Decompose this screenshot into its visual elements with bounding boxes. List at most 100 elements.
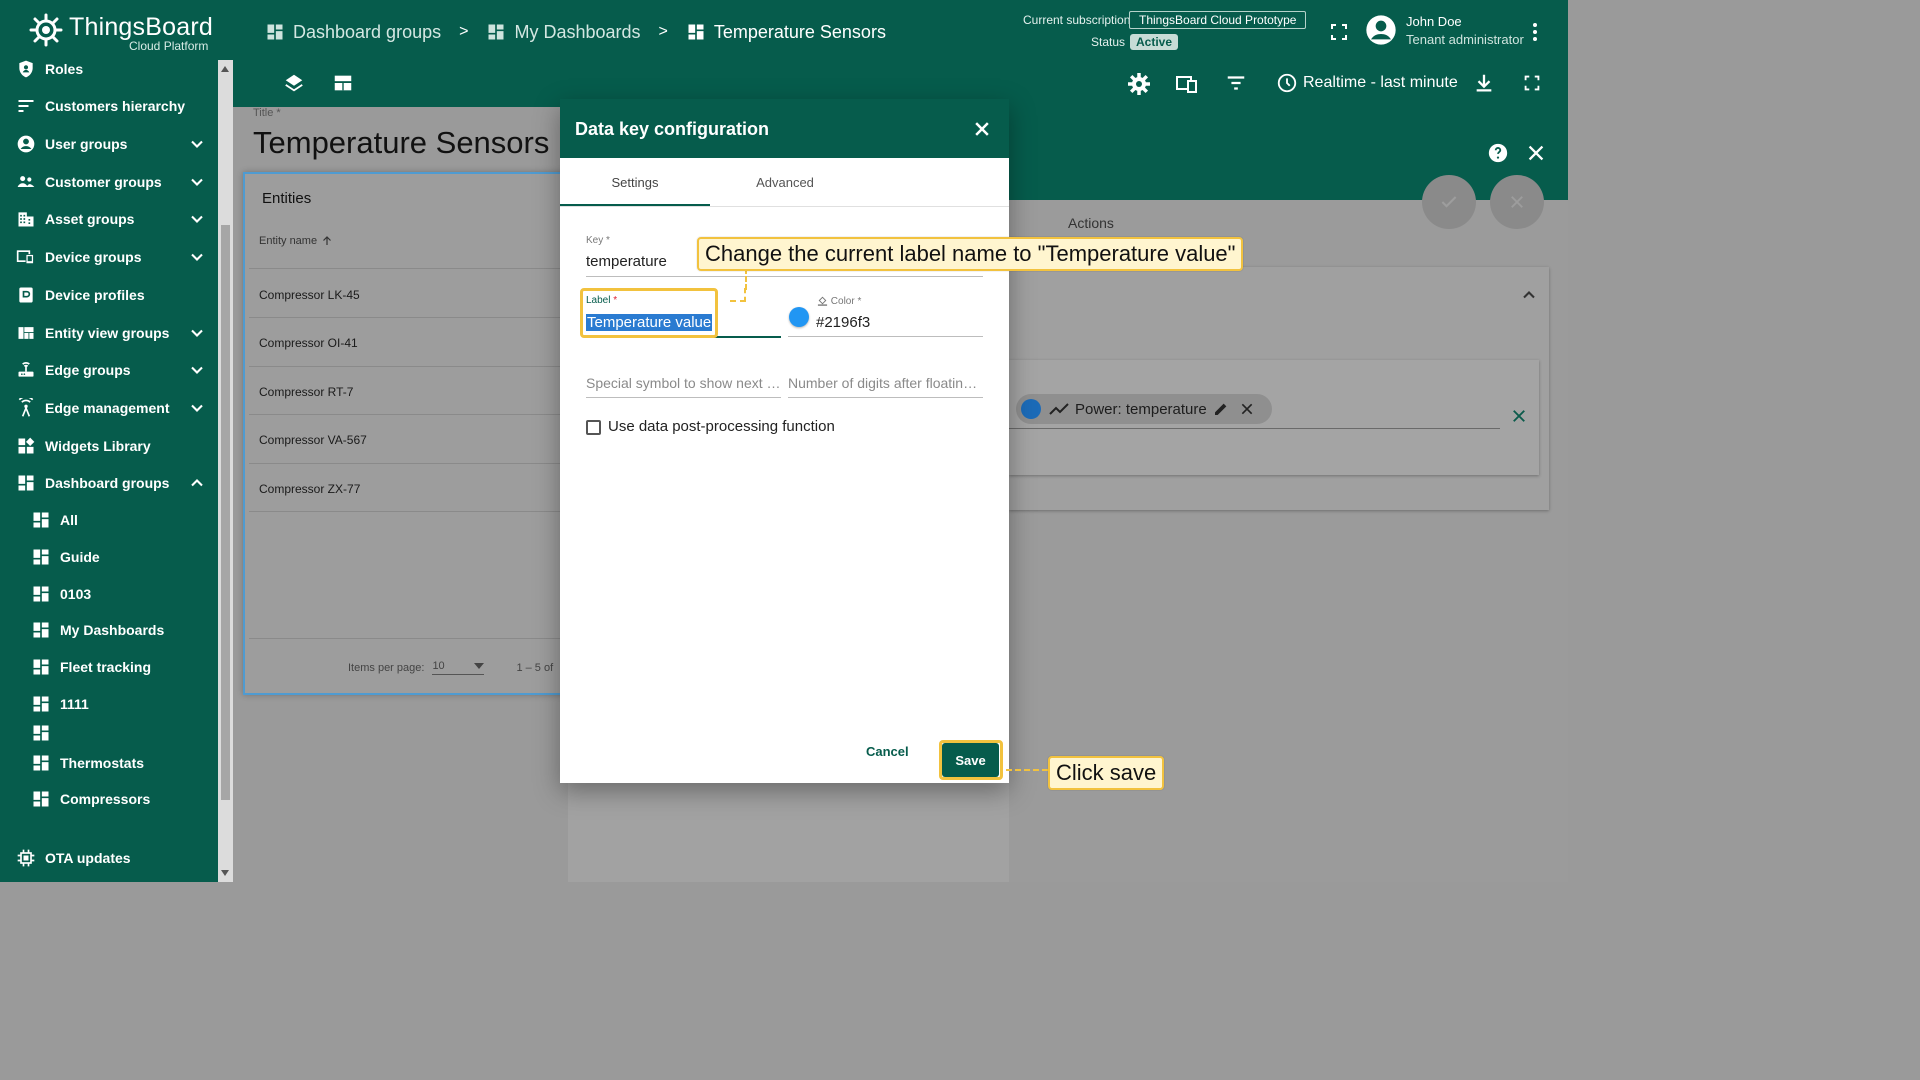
decline-changes-button[interactable] <box>1490 175 1544 229</box>
building-icon <box>18 212 34 227</box>
data-key-config-dialog: Data key configuration Settings Advanced… <box>560 99 1009 783</box>
sidebar-subitem-fleet-tracking[interactable]: Fleet tracking <box>0 649 218 685</box>
scroll-down-arrow-icon[interactable] <box>221 870 229 876</box>
remove-datasource-icon[interactable] <box>1510 407 1528 425</box>
close-icon[interactable] <box>1239 401 1255 417</box>
sidebar-item-widgets-library[interactable]: Widgets Library <box>0 428 218 464</box>
sidebar-item-customer-groups[interactable]: Customer groups <box>0 164 218 200</box>
chevron-down-icon[interactable] <box>187 323 207 343</box>
datakey-chip[interactable]: Power: temperature <box>1016 394 1272 424</box>
items-per-page-label: Items per page: <box>348 661 425 674</box>
table-divider <box>249 638 569 639</box>
sidebar-item-label: Customer groups <box>45 174 162 190</box>
apply-changes-button[interactable] <box>1422 175 1476 229</box>
download-icon[interactable] <box>1473 72 1495 94</box>
decimals-underline <box>788 397 983 398</box>
postprocessing-label[interactable]: Use data post-processing function <box>608 418 835 435</box>
help-icon[interactable] <box>1487 142 1509 164</box>
chevron-down-icon[interactable] <box>187 398 207 418</box>
filter-icon[interactable] <box>1225 72 1247 94</box>
fullscreen-icon[interactable] <box>1327 20 1351 44</box>
save-button-highlight <box>939 740 1003 780</box>
dashboard-title[interactable]: Temperature Sensors <box>253 125 549 161</box>
sidebar-item-asset-groups[interactable]: Asset groups <box>0 201 218 237</box>
gear-icon[interactable] <box>1127 72 1151 96</box>
tab-settings[interactable]: Settings <box>560 158 710 207</box>
chevron-down-icon[interactable] <box>187 247 207 267</box>
save-callout-connector <box>1006 769 1048 771</box>
label-callout-connector-vertical <box>745 268 747 290</box>
cancel-button[interactable]: Cancel <box>866 744 909 759</box>
color-swatch[interactable] <box>789 307 809 327</box>
sidebar-item-entity-view-groups[interactable]: Entity view groups <box>0 315 218 351</box>
sidebar-item-label: User groups <box>45 136 128 152</box>
dashboard-icon <box>267 24 283 40</box>
breadcrumb-dashboard-groups[interactable]: Dashboard groups <box>265 22 441 43</box>
layers-icon[interactable] <box>283 72 305 94</box>
layout-icon[interactable] <box>332 72 354 94</box>
sidebar-item-device-groups[interactable]: Device groups <box>0 239 218 275</box>
table-row[interactable]: Compressor VA-567 <box>259 433 367 447</box>
decimals-input[interactable]: Number of digits after floating point <box>788 375 983 391</box>
timewindow-selector[interactable]: Realtime - last minute <box>1276 72 1458 94</box>
units-input[interactable]: Special symbol to show next to value <box>586 375 781 391</box>
column-header-entity-name[interactable]: Entity name <box>259 235 332 247</box>
chevron-up-icon[interactable] <box>1519 285 1539 305</box>
sidebar-item-dashboard-groups[interactable]: Dashboard groups <box>0 465 218 501</box>
avatar <box>1366 15 1396 45</box>
chevron-down-icon[interactable] <box>187 172 207 192</box>
color-field[interactable]: #2196f3 <box>816 314 870 331</box>
sidebar-item-roles[interactable]: Roles <box>0 51 218 87</box>
table-row[interactable]: Compressor OI-41 <box>259 336 358 350</box>
breadcrumb-my-dashboards[interactable]: My Dashboards <box>486 22 641 43</box>
tab-advanced[interactable]: Advanced <box>710 158 860 207</box>
sidebar-subitem-my-dashboards[interactable]: My Dashboards <box>0 612 218 648</box>
sidebar-subitem-label: 1111 <box>60 696 89 712</box>
dashboard-icon <box>18 475 34 491</box>
more-vert-icon[interactable] <box>1525 20 1545 44</box>
key-field[interactable]: temperature <box>586 253 667 270</box>
chevron-down-icon[interactable] <box>187 134 207 154</box>
sidebar-subitem-0103[interactable]: 0103 <box>0 576 218 612</box>
dashboard-icon <box>33 755 49 771</box>
status-label: Status <box>1091 35 1126 49</box>
account-circle-icon <box>17 135 35 153</box>
sidebar-subitem-thermostats[interactable]: Thermostats <box>0 745 218 781</box>
chevron-down-icon[interactable] <box>187 209 207 229</box>
scrollbar-thumb[interactable] <box>221 225 230 800</box>
sidebar-scrollbar[interactable] <box>218 60 233 882</box>
edit-icon[interactable] <box>1213 401 1229 417</box>
save-hint-callout: Click save <box>1048 756 1165 790</box>
sidebar-subitem-compressors[interactable]: Compressors <box>0 781 218 817</box>
sidebar-subitem-all[interactable]: All <box>0 502 218 538</box>
sidebar-subitem-guide[interactable]: Guide <box>0 539 218 575</box>
scroll-up-arrow-icon[interactable] <box>221 66 229 72</box>
sidebar-item-label: OTA updates <box>45 850 131 866</box>
postprocessing-checkbox[interactable] <box>586 420 601 435</box>
chevron-down-icon[interactable] <box>187 360 207 380</box>
table-divider <box>249 511 569 512</box>
device-profile-icon <box>19 287 33 303</box>
tab-actions[interactable]: Actions <box>1068 215 1114 231</box>
dashboard-title-label: Title * <box>253 107 281 119</box>
sidebar-item-customers-hierarchy[interactable]: Customers hierarchy <box>0 88 218 124</box>
close-icon[interactable] <box>1525 142 1547 164</box>
sidebar-item-ota-updates[interactable]: OTA updates <box>0 840 218 876</box>
table-row[interactable]: Compressor LK-45 <box>259 288 360 302</box>
table-row[interactable]: Compressor RT-7 <box>259 385 353 399</box>
dashboard-icon <box>488 24 504 40</box>
items-per-page-select[interactable]: 10 <box>432 660 485 675</box>
chevron-up-icon[interactable] <box>187 473 207 493</box>
sidebar-item-user-groups[interactable]: User groups <box>0 126 218 162</box>
sidebar-subitem-label: All <box>60 512 78 528</box>
subscription-plan-chip[interactable]: ThingsBoard Cloud Prototype <box>1129 11 1307 29</box>
devices-icon[interactable] <box>1175 72 1199 96</box>
close-icon[interactable] <box>972 119 992 139</box>
tab-active-indicator <box>560 204 710 206</box>
table-row[interactable]: Compressor ZX-77 <box>259 482 360 496</box>
sidebar-item-edge-management[interactable]: Edge management <box>0 390 218 426</box>
dialog-tabs: Settings Advanced <box>560 158 1009 207</box>
fullscreen-icon[interactable] <box>1521 72 1543 94</box>
sidebar-item-edge-groups[interactable]: Edge groups <box>0 352 218 388</box>
sidebar-item-device-profiles[interactable]: Device profiles <box>0 277 218 313</box>
